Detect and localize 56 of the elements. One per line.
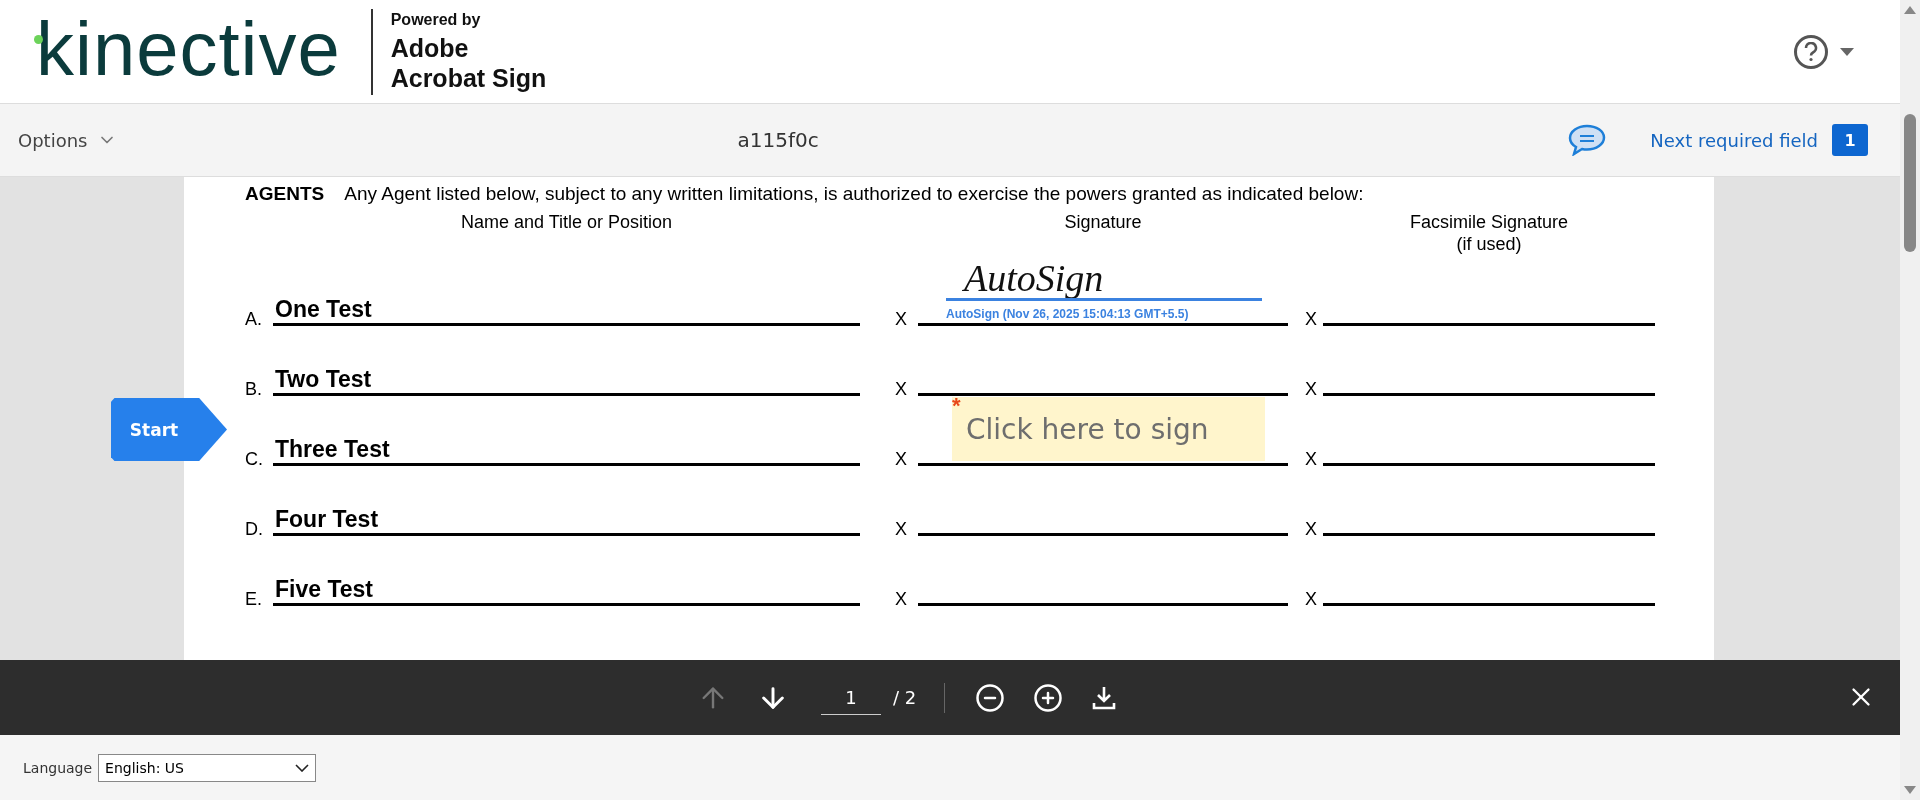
row-letter: A.: [245, 309, 263, 330]
zoom-out-icon: [975, 682, 1006, 713]
powered-by-text: Powered by: [390, 10, 482, 29]
zoom-in-icon: [1033, 682, 1064, 713]
agent-name: Three Test: [275, 436, 390, 463]
product-name: Adobe: [390, 32, 470, 63]
agents-paragraph: AGENTS Any Agent listed below, subject to any written limitations, is authorized to exercise the powers granted as indicated below:: [244, 183, 1365, 205]
logo-dot-icon: [34, 34, 43, 44]
document-id: a115f0c: [737, 128, 819, 152]
agent-name: Two Test: [275, 366, 372, 393]
brand-logo: kinective: [36, 10, 341, 93]
facsimile-mark: X: [1305, 589, 1318, 610]
signature-mark: X: [895, 589, 908, 610]
column-heading: Signature: [1063, 211, 1143, 233]
facsimile-mark: X: [1305, 379, 1318, 400]
page-total: / 2: [893, 687, 917, 708]
signature-script: AutoSign: [964, 258, 1105, 298]
caret-icon[interactable]: [1840, 47, 1854, 56]
scroll-down-icon[interactable]: [1904, 786, 1916, 794]
signature-mark: X: [895, 519, 908, 540]
facsimile-mark: X: [1305, 519, 1318, 540]
language-select[interactable]: English: US: [98, 753, 317, 782]
row-letter: D.: [245, 519, 264, 540]
comment-icon[interactable]: [1568, 124, 1607, 156]
page-input[interactable]: 1: [821, 680, 881, 715]
column-heading: Facsimile Signature: [1408, 211, 1570, 233]
zoom-out-button[interactable]: [975, 682, 1006, 713]
row-letter: C.: [245, 449, 264, 470]
chevron-icon: [295, 763, 310, 772]
required-count: 1: [1832, 124, 1868, 156]
column-heading: Name and Title or Position: [459, 211, 674, 233]
download-icon: [1091, 684, 1118, 711]
zoom-in-button[interactable]: [1033, 682, 1064, 713]
options-menu[interactable]: Options: [18, 129, 118, 151]
signature-mark: X: [895, 449, 908, 470]
help-icon: [1804, 41, 1818, 62]
row-letter: B.: [245, 379, 263, 400]
help-button[interactable]: [1794, 34, 1828, 69]
signature-mark: X: [895, 379, 908, 400]
start-button[interactable]: Start: [111, 398, 227, 461]
column-note: (if used): [1455, 233, 1523, 255]
download-button[interactable]: [1091, 684, 1118, 711]
signature-mark: X: [895, 309, 908, 330]
agent-name: Five Test: [275, 576, 373, 603]
facsimile-mark: X: [1305, 449, 1318, 470]
signature-caption: AutoSign (Nov 26, 2025 15:04:13 GMT+5.5): [946, 307, 1190, 321]
agent-name: One Test: [275, 296, 372, 323]
row-letter: E.: [245, 589, 263, 610]
language-label: Language: [23, 759, 93, 776]
scroll-thumb[interactable]: [1904, 114, 1916, 252]
product-name: Acrobat Sign: [390, 62, 547, 93]
scroll-up-icon[interactable]: [1904, 6, 1916, 14]
agent-name: Four Test: [275, 506, 379, 533]
scrollbar[interactable]: [1900, 0, 1920, 800]
next-required-field-link[interactable]: Next required field: [1650, 129, 1818, 151]
facsimile-mark: X: [1305, 309, 1318, 330]
